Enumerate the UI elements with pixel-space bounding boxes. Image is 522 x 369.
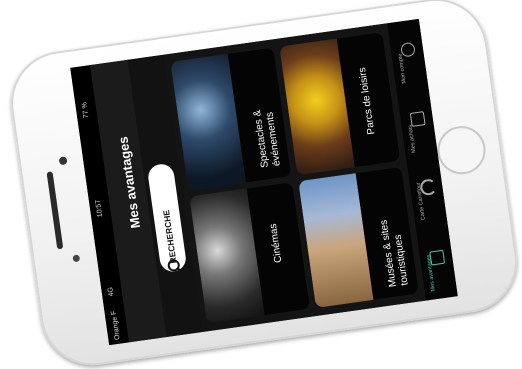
tab-mon-compte[interactable]: Mon compte xyxy=(389,31,428,89)
category-card-cinemas[interactable]: Cinémas xyxy=(189,182,311,324)
tab-label: Mon compte xyxy=(397,53,408,84)
tab-carte-carrefour[interactable]: Carte Carrefour xyxy=(408,167,447,225)
category-card-spectacles[interactable]: Spectacles & événements xyxy=(170,47,292,191)
category-label: Musées & sites touristiques xyxy=(378,219,411,288)
stage: Orange F 4G 10:57 77 % Mes avantages REC… xyxy=(0,0,522,369)
app-screen: Orange F 4G 10:57 77 % Mes avantages REC… xyxy=(70,18,458,346)
search-label: RECHERCHE xyxy=(161,209,179,265)
home-button[interactable] xyxy=(434,123,489,178)
category-label: Parcs de loisirs xyxy=(357,66,378,136)
clock: 10:57 xyxy=(94,199,105,218)
phone-frame: Orange F 4G 10:57 77 % Mes avantages REC… xyxy=(4,0,522,369)
proximity-sensor xyxy=(72,254,81,263)
category-card-parcs[interactable]: Parcs de loisirs xyxy=(279,32,401,176)
category-label: Cinémas xyxy=(267,222,285,264)
category-grid: Cinémas Musées & sites touristiques Spec… xyxy=(163,23,427,333)
tab-mes-achats[interactable]: Mes achats xyxy=(399,100,438,158)
front-camera xyxy=(58,156,68,166)
carrier-name: Orange F xyxy=(110,310,122,341)
tab-mes-avantages[interactable]: Mes avantages xyxy=(418,239,457,297)
category-card-musees[interactable]: Musées & sites touristiques xyxy=(298,166,420,308)
page-title: Mes avantages xyxy=(115,135,144,230)
battery-level: 77 % xyxy=(81,101,91,119)
earpiece-speaker xyxy=(46,171,64,250)
network-type: 4G xyxy=(107,286,116,297)
tab-label: Mes achats xyxy=(407,124,418,154)
category-label: Spectacles & événements xyxy=(251,109,283,169)
